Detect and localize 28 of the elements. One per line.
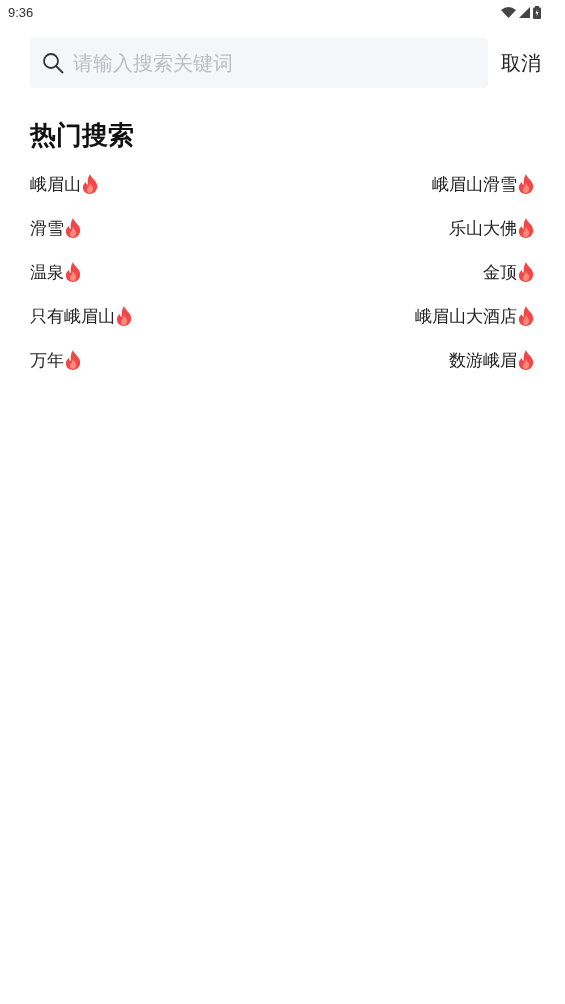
clock-time: 9:36 bbox=[8, 4, 34, 20]
hot-search-link[interactable]: 万年 bbox=[30, 348, 64, 372]
hot-search-link[interactable]: 峨眉山滑雪 bbox=[432, 172, 517, 196]
flame-icon bbox=[517, 306, 535, 326]
hot-search-link[interactable]: 数游峨眉 bbox=[449, 348, 517, 372]
wifi-icon bbox=[501, 6, 516, 18]
flame-icon bbox=[517, 350, 535, 370]
search-icon bbox=[42, 52, 64, 74]
hot-search-link[interactable]: 温泉 bbox=[30, 260, 64, 284]
flame-icon bbox=[517, 262, 535, 282]
hot-search-link[interactable]: 峨眉山 bbox=[30, 172, 81, 196]
flame-icon bbox=[517, 174, 535, 194]
hot-search-link[interactable]: 峨眉山大酒店 bbox=[415, 304, 517, 328]
hot-search-link[interactable]: 只有峨眉山 bbox=[30, 304, 115, 328]
signal-icon bbox=[519, 6, 530, 18]
flame-icon bbox=[64, 262, 82, 282]
section-title: 热门搜索 bbox=[30, 119, 135, 152]
search-field[interactable]: 请输入搜索关键词 bbox=[30, 38, 488, 88]
flame-icon bbox=[517, 218, 535, 238]
battery-icon bbox=[533, 5, 541, 19]
flame-icon bbox=[81, 174, 99, 194]
hot-search-link[interactable]: 金顶 bbox=[483, 260, 517, 284]
cancel-button[interactable]: 取消 bbox=[501, 49, 541, 77]
hot-search-link[interactable]: 乐山大佛 bbox=[449, 216, 517, 240]
hot-search-link[interactable]: 滑雪 bbox=[30, 216, 64, 240]
flame-icon bbox=[64, 218, 82, 238]
flame-icon bbox=[115, 306, 133, 326]
flame-icon bbox=[64, 350, 82, 370]
